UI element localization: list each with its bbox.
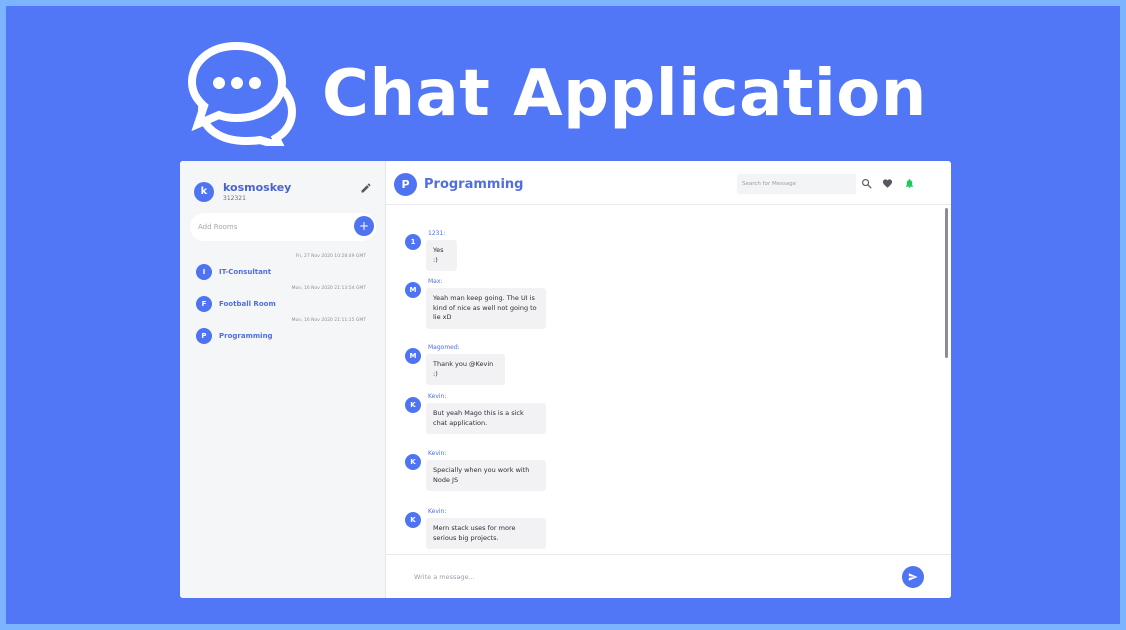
- room-time: Mon, 16 Nov 2020 21:11:15 GMT: [291, 318, 366, 323]
- room-title: Programming: [424, 177, 524, 192]
- room-item-programming[interactable]: Mon, 16 Nov 2020 21:11:15 GMT P Programm…: [180, 317, 386, 349]
- message-bubble: Yes :): [426, 240, 457, 271]
- message-bubble: Yeah man keep going. The UI is kind of n…: [426, 288, 546, 329]
- hero-banner: Chat Application: [188, 42, 927, 146]
- chat-app-window: k kosmoskey 312321 + Fri, 27 Nov 2020 10…: [180, 161, 951, 598]
- chat-panel: P Programming 1 1231: Yes :): [386, 161, 951, 598]
- add-room-input[interactable]: [198, 223, 348, 231]
- hero-title: Chat Application: [322, 57, 927, 131]
- message-bubble: Thank you @Kevin :): [426, 354, 505, 385]
- message-avatar: K: [405, 454, 421, 470]
- room-item-football-room[interactable]: Mon, 16 Nov 2020 21:13:54 GMT F Football…: [180, 285, 386, 317]
- message-author: Kevin:: [428, 450, 447, 457]
- message-author: Kevin:: [428, 508, 447, 515]
- pencil-icon[interactable]: [360, 182, 372, 194]
- message-bubble: But yeah Mago this is a sick chat applic…: [426, 403, 546, 434]
- user-profile: k kosmoskey 312321: [194, 181, 291, 202]
- search-message-input[interactable]: [737, 174, 856, 194]
- message-author: Kevin:: [428, 393, 447, 400]
- message-avatar: 1: [405, 234, 421, 250]
- profile-name: kosmoskey: [223, 181, 292, 194]
- room-time: Mon, 16 Nov 2020 21:13:54 GMT: [291, 286, 366, 291]
- room-name: Football Room: [219, 300, 276, 308]
- message-author: 1231:: [428, 230, 446, 237]
- chat-bubbles-icon: [188, 42, 297, 146]
- sidebar: k kosmoskey 312321 + Fri, 27 Nov 2020 10…: [180, 161, 386, 598]
- room-name: Programming: [219, 332, 273, 340]
- message-avatar: K: [405, 512, 421, 528]
- message-list: 1 1231: Yes :) M Max: Yeah man keep goin…: [386, 206, 951, 554]
- message-bubble: Specially when you work with Node JS: [426, 460, 546, 491]
- message-avatar: K: [405, 397, 421, 413]
- message-input[interactable]: [414, 568, 884, 586]
- message-bubble: Mern stack uses for more serious big pro…: [426, 518, 546, 549]
- message-scrollbar[interactable]: [945, 208, 948, 358]
- add-room-button[interactable]: +: [354, 216, 374, 236]
- message-avatar: M: [405, 282, 421, 298]
- search-icon[interactable]: [861, 178, 872, 189]
- message-composer: [386, 554, 951, 598]
- room-avatar: P: [196, 328, 212, 344]
- avatar[interactable]: k: [194, 181, 214, 202]
- heart-icon[interactable]: [882, 178, 893, 189]
- message-avatar: M: [405, 348, 421, 364]
- bell-icon[interactable]: [904, 178, 915, 189]
- add-room-bar: +: [190, 213, 376, 241]
- room-time: Fri, 27 Nov 2020 10:28:49 GMT: [295, 254, 366, 259]
- profile-id: 312321: [223, 195, 246, 202]
- message-author: Max:: [428, 278, 443, 285]
- room-list: Fri, 27 Nov 2020 10:28:49 GMT I IT-Consu…: [180, 253, 386, 349]
- page-background: Chat Application k kosmoskey 312321 +: [6, 6, 1120, 624]
- room-avatar: P: [394, 173, 417, 196]
- chat-header: P Programming: [386, 161, 951, 205]
- room-avatar: I: [196, 264, 212, 280]
- send-button[interactable]: [902, 566, 924, 588]
- message-author: Magomed:: [428, 344, 460, 351]
- room-item-it-consultant[interactable]: Fri, 27 Nov 2020 10:28:49 GMT I IT-Consu…: [180, 253, 386, 285]
- send-icon: [908, 573, 918, 581]
- room-name: IT-Consultant: [219, 268, 272, 276]
- room-avatar: F: [196, 296, 212, 312]
